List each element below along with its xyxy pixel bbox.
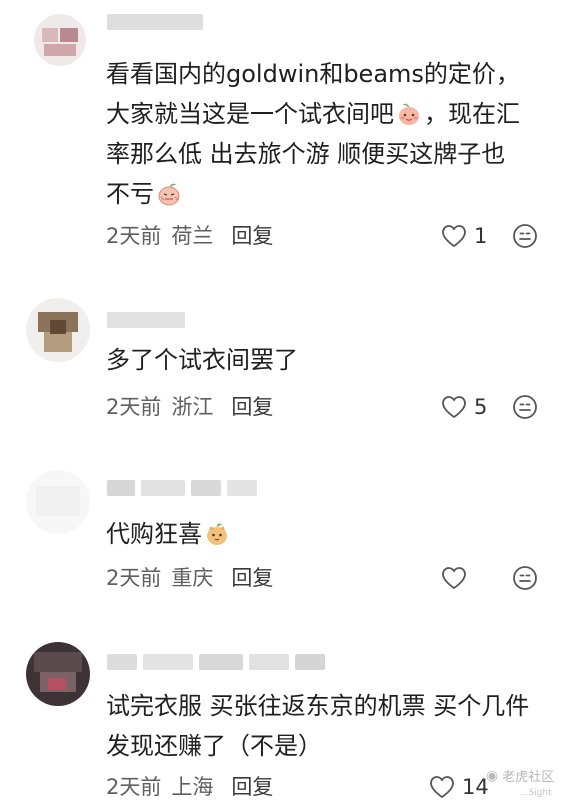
watermark-sub: ...Sight (520, 788, 552, 798)
comment-item: 代购狂喜 2天前 重庆 回复 (0, 440, 572, 610)
avatar[interactable] (26, 298, 90, 362)
text-line: 大家就当这是一个试衣间吧 (106, 100, 394, 128)
comment-meta: 2天前 重庆 回复 (106, 562, 273, 594)
text-line: 看看国内的goldwin和beams的定价， (106, 60, 520, 88)
comment-time: 2天前 (106, 395, 162, 419)
username-blurred[interactable] (107, 480, 257, 496)
comment-text: 试完衣服 买张往返东京的机票 买个几件 发现还赚了（不是） (106, 686, 556, 766)
like-button[interactable] (440, 562, 474, 594)
avatar[interactable] (26, 642, 90, 706)
username-blurred[interactable] (107, 14, 203, 30)
text-line: 试完衣服 买张往返东京的机票 买个几件 (106, 692, 530, 720)
like-button[interactable]: 14 (428, 771, 489, 803)
watermark: ◉ 老虎社区 ...Sight (486, 766, 555, 799)
like-count: 1 (474, 224, 488, 248)
heart-outline-icon (430, 776, 454, 799)
heart-outline-icon (442, 567, 466, 590)
comment-location: 荷兰 (171, 224, 214, 248)
comment-text: 代购狂喜 (106, 514, 556, 554)
reply-button[interactable]: 回复 (231, 391, 273, 423)
avatar[interactable] (34, 14, 86, 66)
heart-outline-icon (442, 396, 466, 419)
watermark-text: 老虎社区 (502, 770, 555, 785)
comment-time: 2天前 (106, 775, 162, 799)
text-line: 多了个试衣间罢了 (106, 346, 298, 374)
like-button[interactable]: 1 (440, 220, 487, 252)
like-count: 14 (462, 775, 489, 799)
heart-outline-icon (442, 225, 466, 248)
username-blurred[interactable] (107, 654, 325, 670)
cat-peach-emoji (207, 523, 227, 545)
comment-text: 多了个试衣间罢了 (106, 340, 556, 380)
comment-item: 多了个试衣间罢了 2天前 浙江 回复 5 (0, 270, 572, 440)
peach-shy-emoji (158, 183, 180, 206)
like-count: 5 (474, 395, 488, 419)
username-blurred[interactable] (107, 312, 185, 328)
comment-time: 2天前 (106, 224, 162, 248)
text-line: 不亏 (106, 180, 154, 208)
smiley-icon[interactable] (511, 393, 539, 421)
comment-location: 上海 (171, 775, 214, 799)
comment-meta: 2天前 上海 回复 (106, 771, 273, 803)
text-line: 率那么低 出去旅个游 顺便买这牌子也 (106, 140, 506, 168)
comment-time: 2天前 (106, 566, 162, 590)
comment-meta: 2天前 浙江 回复 (106, 391, 273, 423)
comment-text: 看看国内的goldwin和beams的定价， 大家就当这是一个试衣间吧 ，现在汇 … (106, 54, 556, 214)
comment-location: 重庆 (171, 566, 214, 590)
smiley-icon[interactable] (511, 564, 539, 592)
text-line: ，现在汇 (424, 100, 520, 128)
like-button[interactable]: 5 (440, 391, 487, 423)
reply-button[interactable]: 回复 (231, 562, 273, 594)
smiley-icon[interactable] (511, 222, 539, 250)
avatar[interactable] (26, 470, 90, 534)
comment-meta: 2天前 荷兰 回复 (106, 220, 273, 252)
comment-location: 浙江 (171, 395, 214, 419)
text-line: 发现还赚了（不是） (106, 732, 322, 760)
reply-button[interactable]: 回复 (231, 220, 273, 252)
reply-button[interactable]: 回复 (231, 771, 273, 803)
peach-smile-emoji (399, 103, 419, 125)
text-line: 代购狂喜 (106, 520, 202, 548)
tiger-logo-icon: ◉ (486, 767, 499, 784)
comment-item: 看看国内的goldwin和beams的定价， 大家就当这是一个试衣间吧 ，现在汇 … (0, 0, 572, 270)
